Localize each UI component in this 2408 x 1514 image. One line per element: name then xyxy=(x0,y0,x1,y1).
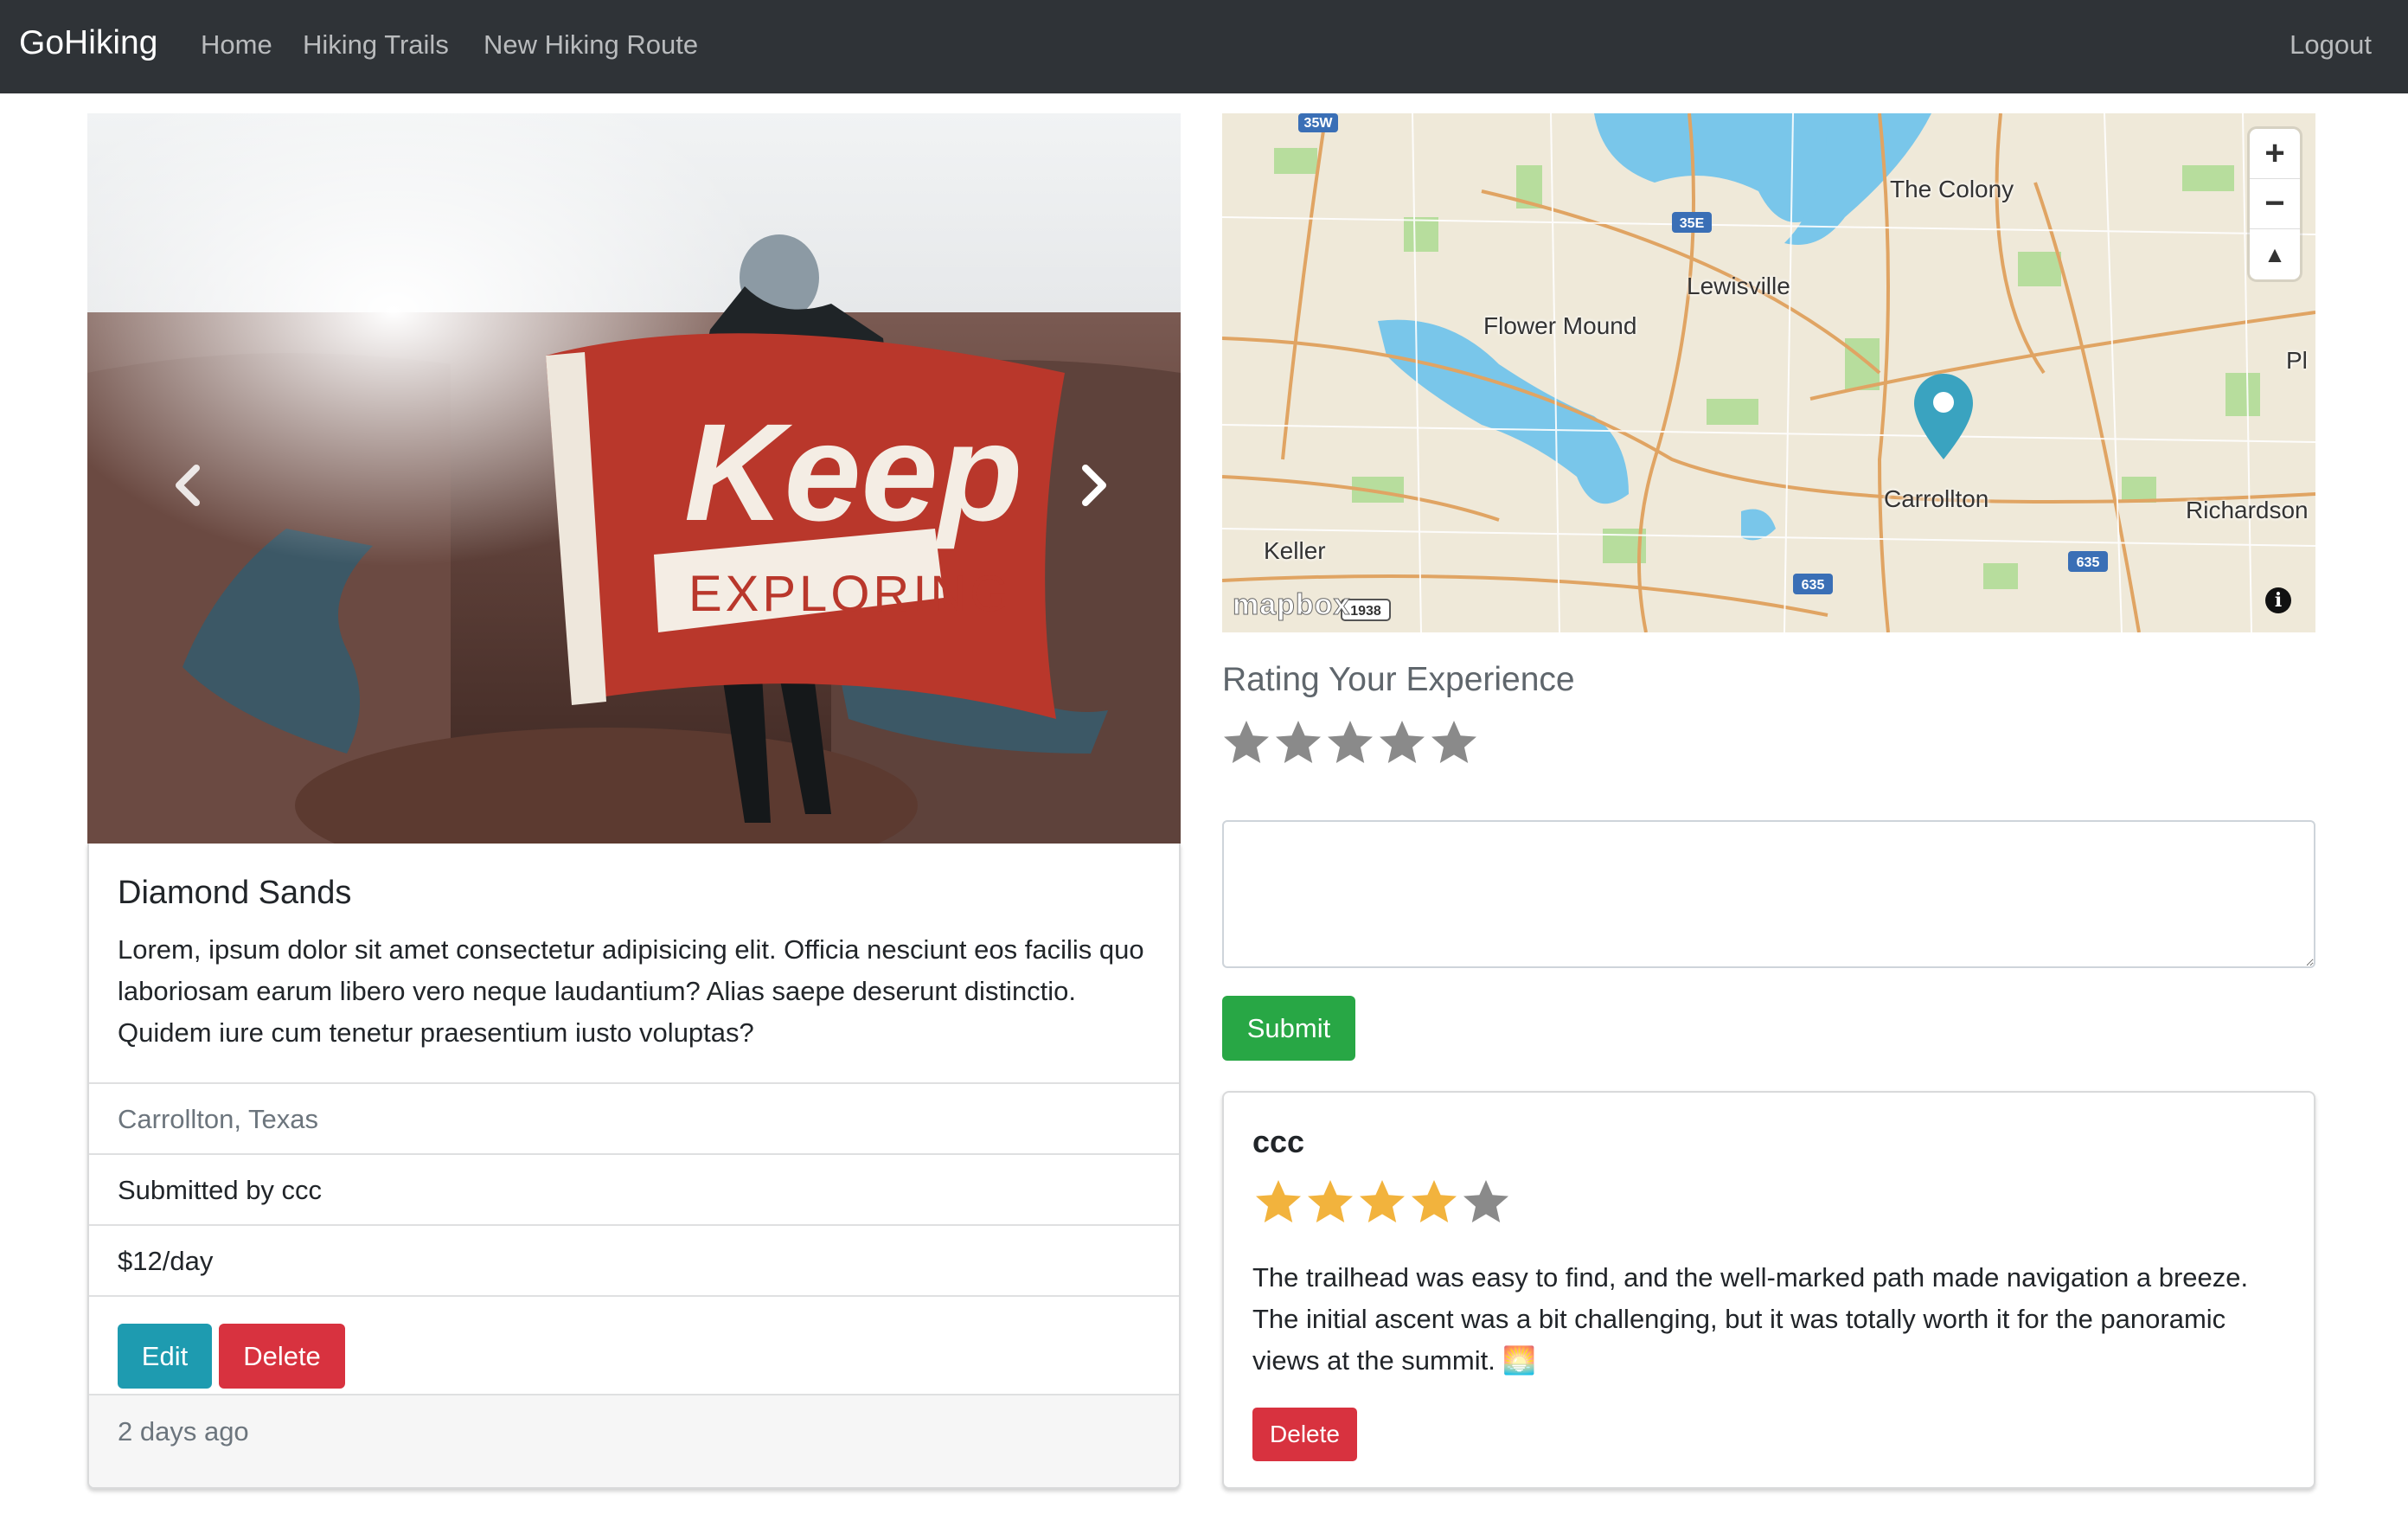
carousel-prev-icon[interactable] xyxy=(155,451,224,520)
review-star-icon-4 xyxy=(1412,1180,1457,1222)
map-label-plano-partial: Pl xyxy=(2286,347,2308,374)
review-text: The trailhead was easy to find, and the … xyxy=(1252,1262,2249,1376)
flag-text-keep: Keep xyxy=(684,395,1022,549)
review-star-icon-2 xyxy=(1308,1180,1353,1222)
submit-review-button[interactable]: Submit xyxy=(1222,996,1355,1061)
map-label-flower-mound: Flower Mound xyxy=(1483,312,1637,339)
rating-input-star-icon-2[interactable] xyxy=(1272,717,1324,769)
review-card: ccc The trailhead was easy to find, and … xyxy=(1222,1091,2315,1489)
campground-price: $12/day xyxy=(89,1224,1179,1295)
rating-input-star-icon-5[interactable] xyxy=(1428,717,1480,769)
nav-link-hiking-trails[interactable]: Hiking Trails xyxy=(303,29,449,61)
trail-map[interactable]: 35W 35E 635 635 1938 The Colony Lewisvil… xyxy=(1222,113,2315,632)
delete-review-button[interactable]: Delete xyxy=(1252,1408,1357,1461)
rating-input-star-icon-4[interactable] xyxy=(1376,717,1428,769)
highway-shield-35w: 35W xyxy=(1304,116,1334,131)
mapbox-logo[interactable]: mapbox xyxy=(1232,588,1350,622)
nav-link-new-hiking-route[interactable]: New Hiking Route xyxy=(484,29,698,61)
star-rating-input[interactable] xyxy=(1220,717,1480,769)
zoom-in-button[interactable]: + xyxy=(2250,129,2300,179)
posted-time: 2 days ago xyxy=(89,1394,1179,1487)
highway-shield-1938: 1938 xyxy=(1350,604,1381,619)
campground-description: Lorem, ipsum dolor sit amet consectetur … xyxy=(118,934,1144,1048)
flag-text-exploring: EXPLORING xyxy=(688,566,1012,622)
trail-photo: Keep EXPLORING xyxy=(87,113,1181,844)
review-star-icon-5 xyxy=(1463,1180,1508,1222)
compass-button[interactable]: ▲ xyxy=(2250,229,2300,279)
map-canvas[interactable]: 35W 35E 635 635 1938 xyxy=(1222,113,2315,632)
brand-logo[interactable]: GoHiking xyxy=(19,24,157,62)
delete-button[interactable]: Delete xyxy=(219,1324,345,1389)
logout-link[interactable]: Logout xyxy=(2290,29,2372,61)
rating-form-title: Rating Your Experience xyxy=(1222,661,1575,698)
review-author: ccc xyxy=(1252,1124,1305,1159)
campground-author: Submitted by ccc xyxy=(89,1153,1179,1224)
review-star-icon-1 xyxy=(1256,1180,1301,1222)
campground-actions: Edit Delete xyxy=(89,1295,1179,1394)
zoom-out-button[interactable]: − xyxy=(2250,179,2300,229)
trail-image-carousel: Keep EXPLORING xyxy=(87,113,1181,844)
map-label-the-colony: The Colony xyxy=(1890,176,2014,202)
carousel-next-icon[interactable] xyxy=(1058,451,1127,520)
highway-shield-35e: 35E xyxy=(1680,216,1705,231)
map-label-carrollton: Carrollton xyxy=(1884,485,1989,512)
rating-input-star-icon-1[interactable] xyxy=(1220,717,1272,769)
edit-button[interactable]: Edit xyxy=(118,1324,212,1389)
nav-link-home[interactable]: Home xyxy=(201,29,272,61)
map-navigation-control: + − ▲ xyxy=(2250,129,2300,279)
map-label-richardson: Richardson xyxy=(2186,497,2309,523)
map-label-lewisville: Lewisville xyxy=(1687,273,1790,299)
campground-card: Diamond Sands Lorem, ipsum dolor sit ame… xyxy=(87,844,1181,1489)
review-star-icon-3 xyxy=(1360,1180,1405,1222)
review-star-rating xyxy=(1252,1177,1512,1229)
highway-shield-635-east: 635 xyxy=(2077,555,2100,570)
highway-shield-635-west: 635 xyxy=(1802,578,1825,593)
navbar: GoHiking Home Hiking Trails New Hiking R… xyxy=(0,0,2408,93)
rating-input-star-icon-3[interactable] xyxy=(1324,717,1376,769)
map-attribution-info-icon[interactable]: i xyxy=(2265,587,2291,613)
map-label-keller: Keller xyxy=(1264,537,1326,564)
campground-title: Diamond Sands xyxy=(118,875,352,911)
review-textarea[interactable] xyxy=(1222,820,2315,968)
campground-location: Carrollton, Texas xyxy=(89,1082,1179,1153)
